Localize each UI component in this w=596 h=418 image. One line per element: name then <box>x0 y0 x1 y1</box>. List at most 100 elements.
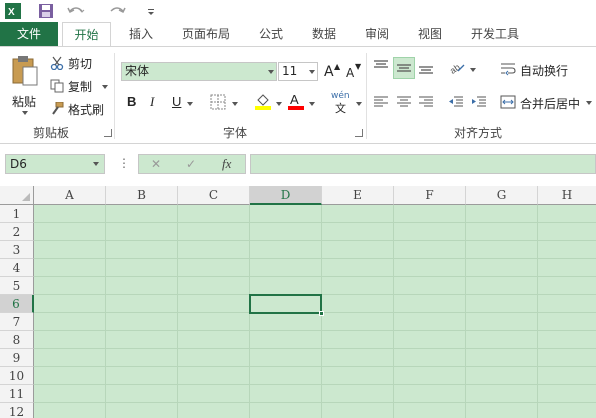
gridline <box>34 366 596 367</box>
row-header-5[interactable]: 5 <box>0 277 34 295</box>
column-header-e[interactable]: E <box>322 186 394 205</box>
active-cell-d6[interactable] <box>249 294 322 314</box>
row-header-3[interactable]: 3 <box>0 241 34 259</box>
row-header-9[interactable]: 9 <box>0 349 34 367</box>
tab-formulas[interactable]: 公式 <box>250 22 292 46</box>
chevron-down-icon <box>309 70 315 74</box>
paste-icon <box>12 56 38 86</box>
merge-center-icon <box>500 95 516 109</box>
merge-center-label: 合并后居中 <box>520 97 581 111</box>
copy-dropdown-icon[interactable] <box>102 85 108 89</box>
align-right-icon[interactable] <box>418 94 434 110</box>
align-left-icon[interactable] <box>373 94 389 110</box>
tab-review[interactable]: 审阅 <box>355 22 399 46</box>
increase-indent-icon[interactable] <box>471 94 487 110</box>
font-name-select[interactable]: 宋体 <box>121 62 277 81</box>
row-header-8[interactable]: 8 <box>0 331 34 349</box>
font-size-select[interactable]: 11 <box>278 62 318 81</box>
shrink-font-button[interactable]: A ▼ <box>345 62 363 82</box>
name-box[interactable]: D6 <box>5 154 105 174</box>
align-top-icon[interactable] <box>373 59 389 75</box>
font-group-label: 字体 <box>222 126 247 140</box>
clipboard-group-label: 剪贴板 <box>32 126 69 140</box>
tab-insert[interactable]: 插入 <box>118 22 164 46</box>
clipboard-dialog-launcher-icon[interactable] <box>104 129 112 137</box>
shrink-caret-icon: ▼ <box>355 62 362 71</box>
font-color-icon: A <box>290 92 299 107</box>
save-icon[interactable] <box>38 3 54 19</box>
select-all-button[interactable] <box>0 186 34 205</box>
paste-dropdown-icon[interactable] <box>22 111 28 115</box>
insert-function-icon[interactable]: fx <box>222 156 231 172</box>
tab-file[interactable]: 文件 <box>0 22 58 46</box>
merge-dropdown-icon[interactable] <box>586 101 592 105</box>
gridline <box>34 240 596 241</box>
redo-icon[interactable] <box>107 3 127 19</box>
underline-dropdown-icon[interactable] <box>187 102 193 106</box>
row-header-12[interactable]: 12 <box>0 403 34 418</box>
borders-icon[interactable] <box>210 94 226 110</box>
cancel-icon[interactable]: ✕ <box>151 157 161 171</box>
phonetic-dropdown-icon[interactable] <box>356 102 362 106</box>
svg-text:X: X <box>8 7 15 18</box>
orientation-icon[interactable]: ab <box>448 59 466 75</box>
undo-icon[interactable] <box>66 3 86 19</box>
font-color-dropdown-icon[interactable] <box>309 102 315 106</box>
font-size-value: 11 <box>282 64 298 78</box>
column-header-a[interactable]: A <box>34 186 106 205</box>
enter-icon[interactable]: ✓ <box>186 157 196 171</box>
italic-button[interactable]: I <box>150 94 154 110</box>
column-header-b[interactable]: B <box>106 186 178 205</box>
column-header-g[interactable]: G <box>466 186 538 205</box>
fill-color-icon[interactable] <box>254 92 272 110</box>
copy-button[interactable]: 复制 <box>50 77 110 95</box>
decrease-indent-icon[interactable] <box>448 94 464 110</box>
tab-page-layout[interactable]: 页面布局 <box>172 22 240 46</box>
row-header-6[interactable]: 6 <box>0 295 34 313</box>
grow-font-button[interactable]: A ▲ <box>323 62 341 82</box>
tab-home[interactable]: 开始 <box>62 22 111 47</box>
gridline <box>34 258 596 259</box>
more-icon[interactable]: ⋮ <box>118 156 130 170</box>
merge-center-button[interactable]: 合并后居中 <box>500 93 592 111</box>
column-header-f[interactable]: F <box>394 186 466 205</box>
gridline <box>34 402 596 403</box>
orientation-dropdown-icon[interactable] <box>470 68 476 72</box>
underline-button[interactable]: U <box>172 94 181 109</box>
borders-dropdown-icon[interactable] <box>232 102 238 106</box>
bold-button[interactable]: B <box>127 94 136 109</box>
column-header-c[interactable]: C <box>178 186 250 205</box>
format-painter-button[interactable]: 格式刷 <box>50 100 110 118</box>
ribbon-tabs: 文件 开始 插入 页面布局 公式 数据 审阅 视图 开发工具 <box>0 22 596 47</box>
fill-handle[interactable] <box>319 311 324 316</box>
row-header-11[interactable]: 11 <box>0 385 34 403</box>
formula-bar: D6 ⋮ ✕ ✓ fx <box>0 144 596 184</box>
font-dialog-launcher-icon[interactable] <box>355 129 363 137</box>
align-middle-button[interactable] <box>393 57 415 79</box>
align-center-icon[interactable] <box>396 94 412 110</box>
paste-button[interactable]: 粘贴 <box>6 53 44 115</box>
fill-color-dropdown-icon[interactable] <box>276 102 282 106</box>
row-header-7[interactable]: 7 <box>0 313 34 331</box>
row-header-2[interactable]: 2 <box>0 223 34 241</box>
column-header-d[interactable]: D <box>250 186 322 205</box>
cut-button[interactable]: 剪切 <box>50 54 100 72</box>
column-header-h[interactable]: H <box>538 186 596 205</box>
align-bottom-icon[interactable] <box>418 59 434 75</box>
scissors-icon <box>50 56 64 70</box>
formula-input[interactable] <box>250 154 596 174</box>
group-divider <box>114 53 115 139</box>
tab-developer[interactable]: 开发工具 <box>462 22 528 46</box>
row-header-4[interactable]: 4 <box>0 259 34 277</box>
customize-toolbar-icon[interactable] <box>146 3 156 19</box>
font-color-button[interactable]: A <box>287 92 305 110</box>
row-header-10[interactable]: 10 <box>0 367 34 385</box>
tab-view[interactable]: 视图 <box>408 22 452 46</box>
worksheet-grid[interactable]: A B C D E F G H 1 2 3 4 5 6 7 8 9 10 11 … <box>0 186 596 418</box>
tab-data[interactable]: 数据 <box>302 22 346 46</box>
gridline <box>34 348 596 349</box>
phonetic-button[interactable]: wén 文 <box>331 91 353 115</box>
wrap-text-button[interactable]: 自动换行 <box>500 60 580 78</box>
row-header-1[interactable]: 1 <box>0 205 34 223</box>
grow-font-icon: A <box>324 64 334 80</box>
